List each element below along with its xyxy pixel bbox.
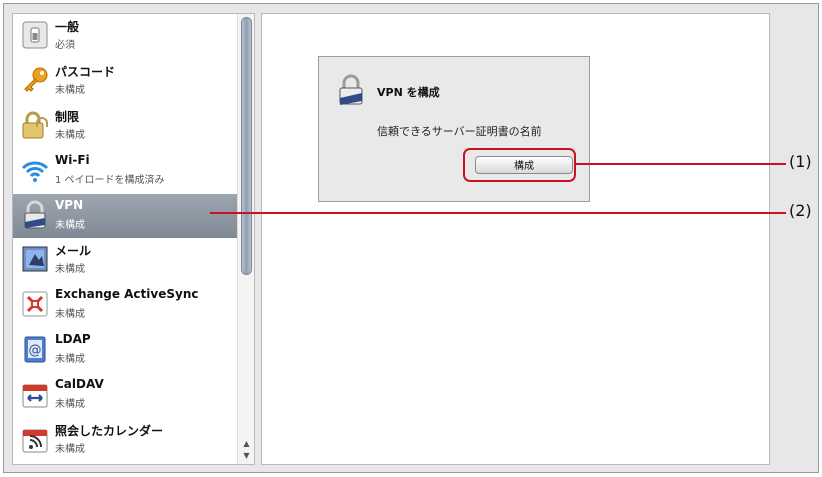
svg-text:@: @ (29, 343, 42, 358)
vpn-heading: VPN を構成 (377, 86, 440, 99)
sidebar-item-mail[interactable]: メール 未構成 (13, 238, 237, 283)
sidebar-item-wifi[interactable]: Wi-Fi 1 ペイロードを構成済み (13, 149, 237, 194)
payload-list: 一般 必須 パスコード 未構成 制限 未構成 Wi-Fi 1 ペイロードを構成済… (13, 14, 237, 463)
switch-icon (20, 20, 50, 50)
callout-label-1: (1) (789, 152, 812, 171)
sidebar-item-subscribed-calendar[interactable]: 照会したカレンダー 未構成 (13, 418, 237, 463)
sidebar-item-title: Wi-Fi (55, 152, 90, 167)
sidebar-item-title: 照会したカレンダー (55, 424, 164, 439)
scrollbar-thumb[interactable] (241, 17, 252, 275)
callout-line-1 (576, 163, 786, 165)
sidebar-item-title: 一般 (55, 20, 80, 34)
sidebar-item-status: 未構成 (55, 84, 85, 96)
scroll-down-arrow-icon[interactable]: ▼ (240, 450, 253, 462)
sidebar-item-status: 未構成 (55, 129, 85, 141)
sidebar-item-title: CalDAV (55, 377, 104, 392)
calendar-rss-icon (20, 424, 50, 454)
padlock-icon (20, 110, 50, 140)
callout-line-2 (210, 212, 786, 214)
vpn-lock-icon (20, 200, 50, 230)
key-icon (20, 65, 50, 95)
at-sign-book-icon: @ (20, 334, 50, 364)
sidebar-item-vpn[interactable]: VPN 未構成 (13, 193, 237, 239)
sidebar-item-exchange[interactable]: Exchange ActiveSync 未構成 (13, 283, 237, 328)
sidebar-scrollbar[interactable]: ▲ ▼ (237, 14, 254, 464)
sidebar-item-status: 未構成 (55, 219, 85, 231)
exchange-icon (20, 289, 50, 319)
sidebar-item-status: 必須 (55, 40, 75, 51)
sidebar-item-general[interactable]: 一般 必須 (13, 14, 237, 59)
vpn-description: 信頼できるサーバー証明書の名前 (377, 125, 542, 138)
sidebar-item-status: 未構成 (55, 354, 85, 366)
sidebar-item-restrictions[interactable]: 制限 未構成 (13, 104, 237, 149)
sidebar-item-title: 制限 (55, 109, 80, 124)
sidebar-item-passcode[interactable]: パスコード 未構成 (13, 59, 237, 104)
sidebar-item-ldap[interactable]: @ LDAP 未構成 (13, 328, 237, 373)
sidebar-item-status: 1 ペイロードを構成済み (55, 174, 165, 186)
sidebar-item-title: Exchange ActiveSync (55, 287, 199, 302)
sidebar-item-status: 未構成 (55, 444, 85, 456)
scroll-up-arrow-icon[interactable]: ▲ (240, 438, 253, 450)
payload-sidebar: 一般 必須 パスコード 未構成 制限 未構成 Wi-Fi 1 ペイロードを構成済… (12, 13, 255, 465)
sidebar-item-status: 未構成 (55, 399, 85, 411)
callout-label-2: (2) (789, 201, 812, 220)
sidebar-item-status: 未構成 (55, 264, 85, 276)
wifi-icon (20, 155, 50, 185)
sidebar-item-status: 未構成 (55, 309, 85, 321)
mail-stamp-icon (20, 244, 50, 274)
vpn-lock-icon (337, 74, 365, 106)
callout-highlight-box (463, 148, 576, 182)
sidebar-item-title: VPN (55, 197, 84, 212)
sidebar-item-title: メール (55, 244, 92, 259)
calendar-sync-icon (20, 379, 50, 409)
sidebar-item-title: LDAP (55, 332, 91, 347)
sidebar-item-caldav[interactable]: CalDAV 未構成 (13, 373, 237, 418)
sidebar-item-title: パスコード (55, 64, 116, 79)
